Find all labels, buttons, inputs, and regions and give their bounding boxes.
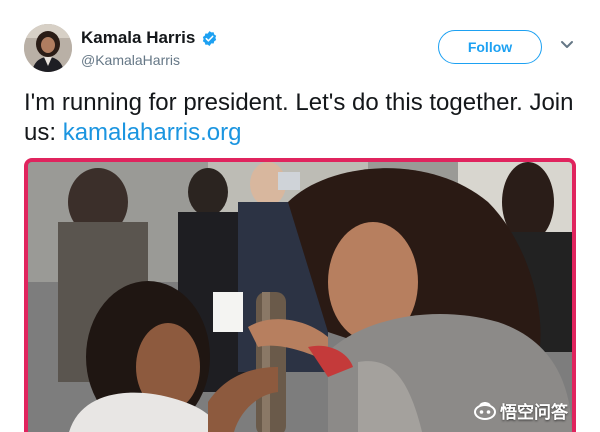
verified-badge-icon	[203, 30, 217, 46]
profile-photo-icon	[24, 24, 72, 72]
watermark: 悟空问答	[474, 398, 568, 423]
watermark-text: 悟空问答	[500, 403, 568, 422]
tweet-card: Kamala Harris @KamalaHarris Follow I'm r…	[0, 0, 600, 432]
author-name-line: Kamala Harris	[81, 28, 218, 48]
tweet-text: I'm running for president. Let's do this…	[24, 88, 580, 148]
photo-kamala-harris-with-child-icon	[28, 162, 572, 432]
author-name[interactable]: Kamala Harris	[81, 28, 195, 48]
tweet-link[interactable]: kamalaharris.org	[63, 119, 242, 146]
tweet-media-photo[interactable]	[24, 158, 576, 432]
chevron-down-icon[interactable]	[560, 40, 574, 50]
author-handle[interactable]: @KamalaHarris	[81, 52, 180, 68]
author-avatar[interactable]	[24, 24, 72, 72]
follow-button[interactable]: Follow	[438, 30, 542, 64]
wukong-logo-icon	[474, 401, 496, 420]
